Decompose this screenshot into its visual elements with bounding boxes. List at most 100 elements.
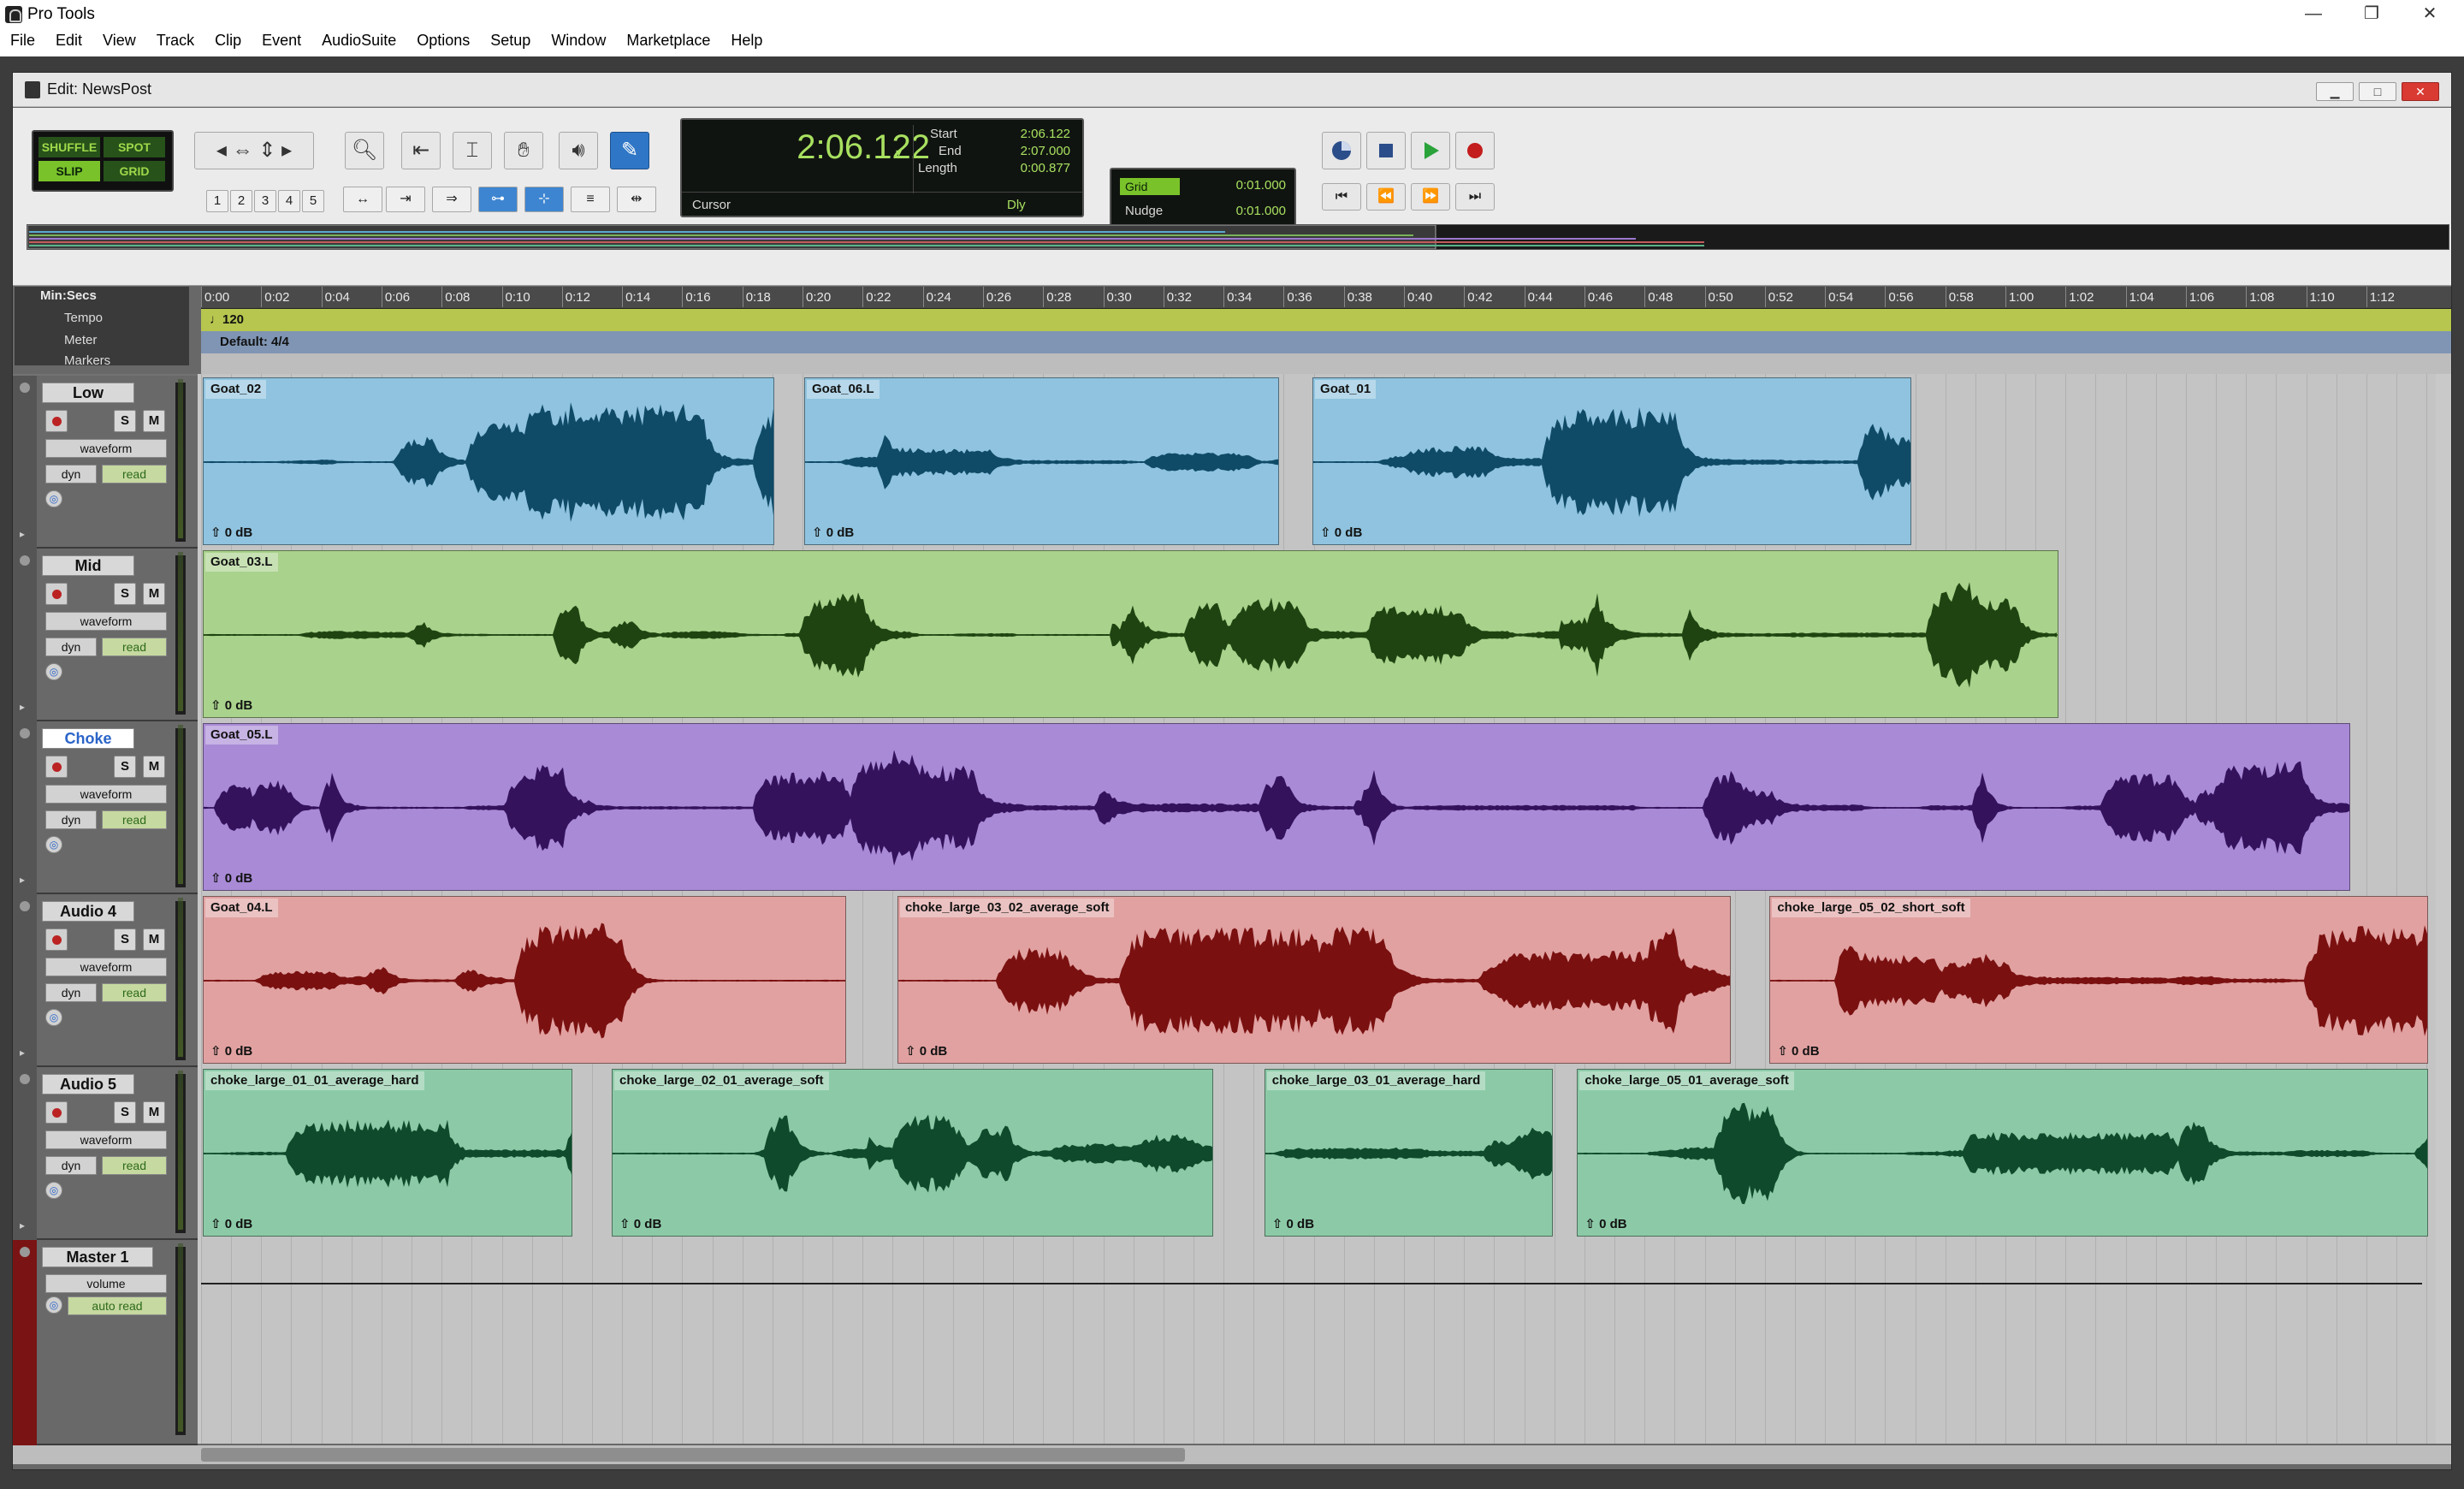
audio-clip[interactable]: choke_large_01_01_average_hard ⇧ 0 dB [203,1069,573,1237]
audio-clip[interactable]: Goat_05.L ⇧ 0 dB [203,723,2350,891]
track-options-icon[interactable] [20,901,30,911]
track-expand-icon[interactable]: ▸ [20,1219,25,1231]
elastic-audio-selector[interactable]: dyn [45,638,97,656]
link-timeline-button[interactable]: ↔ [343,187,382,212]
track-options-icon[interactable] [20,1074,30,1084]
voice-assign-icon[interactable]: ◎ [45,1182,62,1199]
audio-clip[interactable]: choke_large_03_01_average_hard ⇧ 0 dB [1264,1069,1554,1237]
master-track-header[interactable]: Master 1 volume ◎ auto read [13,1240,198,1445]
tempo-ruler-label[interactable]: Tempo [64,311,103,325]
grid-value[interactable]: 0:01.000 [1236,178,1286,193]
restore-button[interactable]: ❐ [2351,2,2392,26]
record-enable-button[interactable] [45,756,68,778]
grid-label[interactable]: Grid [1120,178,1180,195]
track-expand-icon[interactable]: ▸ [20,701,25,713]
mute-button[interactable]: M [143,1101,165,1124]
menu-audiosuite[interactable]: AudioSuite [311,29,406,55]
master-automation-selector[interactable]: auto read [68,1296,167,1315]
clip-gain[interactable]: ⇧ 0 dB [1315,524,1367,543]
track-view-selector[interactable]: waveform [45,612,167,631]
zoom-in-icon[interactable]: ▸ [281,139,292,162]
length-value[interactable]: 0:00.877 [993,161,1070,175]
online-button[interactable] [1322,132,1361,169]
track-header[interactable]: ▸ Choke S M waveform dyn read ◎ [13,721,198,894]
markers-ruler[interactable] [201,353,2451,374]
clip-gain[interactable]: ⇧ 0 dB [900,1042,952,1061]
track-name[interactable]: Choke [42,728,134,749]
clip-gain[interactable]: ⇧ 0 dB [205,697,258,715]
zoom-toggle-button[interactable]: ⇹ [617,187,656,212]
horizontal-scroll-thumb[interactable] [201,1448,1185,1462]
audio-clip[interactable]: choke_large_02_01_average_soft ⇧ 0 dB [612,1069,1214,1237]
solo-button[interactable]: S [114,410,136,432]
spot-mode-button[interactable]: SPOT [104,137,165,157]
nudge-label[interactable]: Nudge [1125,204,1163,218]
track-expand-icon[interactable]: ▸ [20,874,25,886]
master-view-selector[interactable]: volume [45,1274,167,1293]
audio-clip[interactable]: choke_large_05_02_short_soft ⇧ 0 dB [1769,896,2429,1064]
elastic-audio-selector[interactable]: dyn [45,983,97,1002]
record-enable-button[interactable] [45,1101,68,1124]
automation-mode-selector[interactable]: read [102,465,167,483]
mute-button[interactable]: M [143,410,165,432]
zoom-preset-1[interactable]: 1 [206,190,228,212]
solo-button[interactable]: S [114,928,136,951]
go-to-end-button[interactable]: ⏭ [1455,183,1495,211]
track-name[interactable]: Mid [42,555,134,576]
master-options-icon[interactable] [20,1247,30,1257]
menu-track[interactable]: Track [146,29,204,55]
nudge-value[interactable]: 0:01.000 [1236,204,1286,218]
keyboard-focus-button[interactable]: ≡ [571,187,610,212]
counter-format-chevron-icon[interactable]: ▾ [896,145,902,160]
track-view-selector[interactable]: waveform [45,439,167,458]
mute-button[interactable]: M [143,756,165,778]
edit-restore-button[interactable]: □ [2359,82,2396,101]
record-button[interactable] [1455,132,1495,169]
track-options-icon[interactable] [20,728,30,739]
solo-button[interactable]: S [114,583,136,605]
zoomer-tool-button[interactable]: 🔍︎ [345,132,384,169]
master-voice-icon[interactable]: ◎ [45,1296,62,1314]
return-to-zero-button[interactable]: ⏮ [1322,183,1361,211]
fast-forward-button[interactable]: ⏩ [1411,183,1450,211]
close-button[interactable]: ✕ [2409,2,2450,26]
elastic-audio-selector[interactable]: dyn [45,465,97,483]
voice-assign-icon[interactable]: ◎ [45,490,62,507]
stop-button[interactable] [1366,132,1406,169]
end-value[interactable]: 2:07.000 [993,144,1070,158]
track-name[interactable]: Low [42,383,134,403]
scrubber-tool-button[interactable]: 🔊︎ [559,132,598,169]
track-header[interactable]: ▸ Low S M waveform dyn read ◎ [13,376,198,549]
selector-tool-button[interactable]: ⌶ [453,132,492,169]
menu-options[interactable]: Options [406,29,480,55]
menu-clip[interactable]: Clip [204,29,252,55]
clip-gain[interactable]: ⇧ 0 dB [205,1042,258,1061]
record-enable-button[interactable] [45,583,68,605]
trim-tool-button[interactable]: ⇤ [401,132,441,169]
automation-mode-selector[interactable]: read [102,983,167,1002]
edit-minimize-button[interactable]: ▁ [2316,82,2354,101]
vertical-zoom-icon[interactable]: ⇕ [258,139,275,162]
automation-mode-selector[interactable]: read [102,810,167,829]
main-counter-value[interactable]: 2:06.122 [759,128,930,167]
zoom-controls[interactable]: ◂ ⇔ ⇕ ▸ [194,132,314,169]
horizontal-zoom-icon[interactable]: ⇔ [233,139,253,162]
menu-edit[interactable]: Edit [45,29,92,55]
zoom-out-icon[interactable]: ◂ [216,139,227,162]
track-expand-icon[interactable]: ▸ [20,1047,25,1059]
tab-to-transient-button[interactable]: ⊹ [524,187,564,212]
track-view-selector[interactable]: waveform [45,785,167,804]
record-enable-button[interactable] [45,410,68,432]
audio-clip[interactable]: choke_large_05_01_average_soft ⇧ 0 dB [1577,1069,2429,1237]
slip-mode-button[interactable]: SLIP [38,161,100,181]
link-track-button[interactable]: ⇥ [386,187,425,212]
track-header[interactable]: ▸ Audio 5 S M waveform dyn read ◎ [13,1067,198,1240]
track-view-selector[interactable]: waveform [45,1130,167,1149]
audio-clip[interactable]: choke_large_03_02_average_soft ⇧ 0 dB [897,896,1731,1064]
track-options-icon[interactable] [20,555,30,566]
zoom-preset-5[interactable]: 5 [302,190,324,212]
voice-assign-icon[interactable]: ◎ [45,1009,62,1026]
master-volume-line[interactable] [201,1283,2422,1284]
mute-button[interactable]: M [143,928,165,951]
voice-assign-icon[interactable]: ◎ [45,663,62,680]
